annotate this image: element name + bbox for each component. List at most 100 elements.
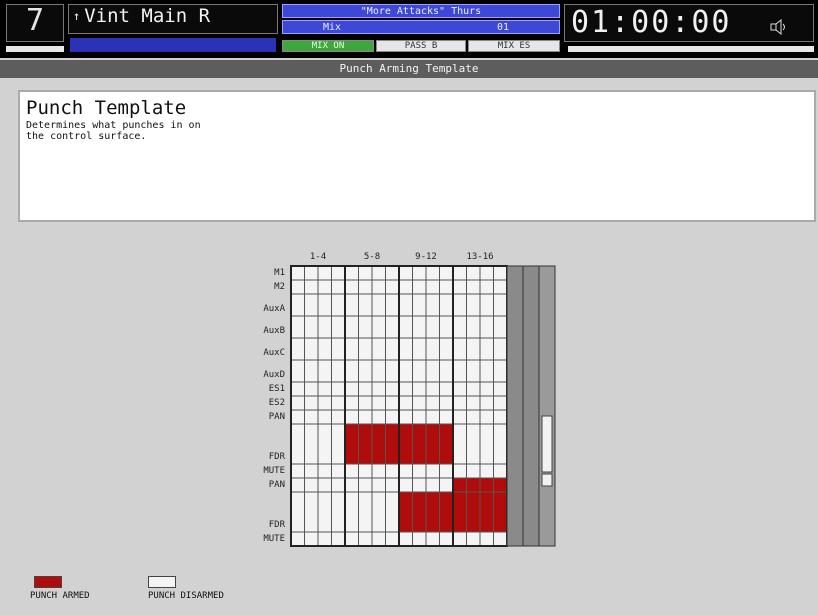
punch-cell-disarmed[interactable] [317,381,332,397]
punch-cell-disarmed[interactable] [358,265,373,281]
punch-cell-disarmed[interactable] [371,337,386,361]
punch-cell-disarmed[interactable] [412,359,427,383]
scrollbar-thumb[interactable] [541,415,553,473]
punch-cell-disarmed[interactable] [304,337,319,361]
punch-cell-disarmed[interactable] [317,423,332,465]
punch-cell-disarmed[interactable] [331,337,346,361]
punch-cell-disarmed[interactable] [398,265,413,281]
punch-cell-disarmed[interactable] [290,265,305,281]
punch-cell-disarmed[interactable] [317,337,332,361]
punch-cell-disarmed[interactable] [344,531,359,547]
punch-cell-disarmed[interactable] [358,463,373,479]
punch-cell-disarmed[interactable] [344,463,359,479]
punch-cell-disarmed[interactable] [412,395,427,411]
punch-cell-disarmed[interactable] [371,381,386,397]
scrollbar-track[interactable] [538,265,556,547]
punch-cell-disarmed[interactable] [493,265,508,281]
punch-cell-disarmed[interactable] [466,293,481,317]
punch-cell-disarmed[interactable] [412,265,427,281]
punch-cell-disarmed[interactable] [331,381,346,397]
punch-cell-disarmed[interactable] [493,463,508,479]
punch-cell-armed[interactable] [425,423,440,465]
punch-cell-disarmed[interactable] [425,337,440,361]
punch-cell-disarmed[interactable] [466,265,481,281]
punch-cell-disarmed[interactable] [425,395,440,411]
punch-cell-disarmed[interactable] [479,359,494,383]
punch-cell-disarmed[interactable] [344,265,359,281]
punch-cell-disarmed[interactable] [479,395,494,411]
punch-cell-disarmed[interactable] [358,477,373,493]
punch-cell-disarmed[interactable] [452,409,467,425]
punch-cell-armed[interactable] [412,423,427,465]
punch-cell-armed[interactable] [358,423,373,465]
punch-cell-disarmed[interactable] [358,409,373,425]
punch-cell-disarmed[interactable] [358,337,373,361]
punch-cell-disarmed[interactable] [479,381,494,397]
punch-cell-disarmed[interactable] [493,315,508,339]
mix-es-chip[interactable]: MIX ES [468,40,560,52]
punch-cell-disarmed[interactable] [371,477,386,493]
punch-cell-disarmed[interactable] [290,423,305,465]
punch-cell-armed[interactable] [371,423,386,465]
punch-cell-disarmed[interactable] [425,265,440,281]
punch-cell-disarmed[interactable] [344,409,359,425]
punch-cell-disarmed[interactable] [412,381,427,397]
punch-cell-disarmed[interactable] [358,315,373,339]
punch-cell-disarmed[interactable] [358,491,373,533]
punch-cell-disarmed[interactable] [385,531,400,547]
punch-cell-disarmed[interactable] [425,381,440,397]
punch-cell-disarmed[interactable] [371,531,386,547]
punch-cell-disarmed[interactable] [371,293,386,317]
punch-cell-disarmed[interactable] [425,279,440,295]
punch-cell-disarmed[interactable] [466,337,481,361]
punch-cell-disarmed[interactable] [385,381,400,397]
punch-cell-disarmed[interactable] [439,477,454,493]
punch-cell-disarmed[interactable] [331,293,346,317]
punch-cell-disarmed[interactable] [331,531,346,547]
punch-cell-disarmed[interactable] [385,293,400,317]
punch-cell-disarmed[interactable] [358,279,373,295]
punch-cell-disarmed[interactable] [439,395,454,411]
punch-cell-disarmed[interactable] [439,265,454,281]
mix-on-chip[interactable]: MIX ON [282,40,374,52]
punch-cell-disarmed[interactable] [398,463,413,479]
punch-cell-disarmed[interactable] [317,491,332,533]
punch-cell-disarmed[interactable] [439,337,454,361]
punch-cell-disarmed[interactable] [412,463,427,479]
punch-cell-disarmed[interactable] [317,395,332,411]
punch-cell-disarmed[interactable] [452,359,467,383]
punch-cell-disarmed[interactable] [344,395,359,411]
punch-cell-disarmed[interactable] [398,381,413,397]
punch-cell-disarmed[interactable] [398,337,413,361]
punch-cell-disarmed[interactable] [290,531,305,547]
punch-cell-disarmed[interactable] [425,477,440,493]
punch-cell-disarmed[interactable] [290,337,305,361]
punch-cell-disarmed[interactable] [479,265,494,281]
punch-cell-disarmed[interactable] [479,279,494,295]
punch-cell-disarmed[interactable] [493,381,508,397]
punch-cell-disarmed[interactable] [479,531,494,547]
punch-cell-disarmed[interactable] [290,491,305,533]
punch-cell-disarmed[interactable] [290,477,305,493]
punch-cell-disarmed[interactable] [371,265,386,281]
punch-cell-disarmed[interactable] [452,293,467,317]
punch-cell-disarmed[interactable] [371,279,386,295]
punch-cell-disarmed[interactable] [493,359,508,383]
punch-cell-disarmed[interactable] [304,423,319,465]
punch-cell-disarmed[interactable] [290,395,305,411]
punch-cell-disarmed[interactable] [290,409,305,425]
punch-cell-disarmed[interactable] [304,477,319,493]
punch-cell-disarmed[interactable] [452,531,467,547]
punch-cell-disarmed[interactable] [317,477,332,493]
punch-cell-disarmed[interactable] [439,463,454,479]
punch-cell-disarmed[interactable] [452,423,467,465]
punch-cell-disarmed[interactable] [344,293,359,317]
punch-cell-disarmed[interactable] [493,395,508,411]
punch-cell-armed[interactable] [466,477,481,493]
punch-cell-disarmed[interactable] [439,359,454,383]
punch-cell-disarmed[interactable] [344,279,359,295]
pass-chip[interactable]: PASS B [376,40,466,52]
track-name-box[interactable]: ↑ Vint Main R [68,4,278,34]
punch-grid[interactable] [245,250,565,570]
punch-cell-disarmed[interactable] [358,359,373,383]
